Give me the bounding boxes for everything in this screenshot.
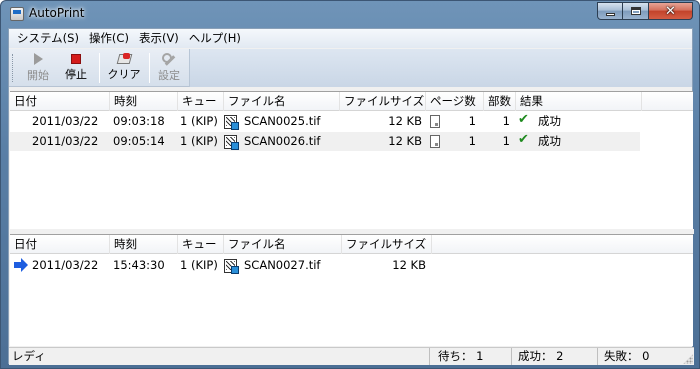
row-filesize: 12 KB: [388, 114, 422, 128]
app-icon[interactable]: [10, 7, 24, 21]
menu-bar: システム(S) 操作(C) 表示(V) ヘルプ(H): [9, 29, 692, 48]
row-pages: 1: [468, 114, 476, 128]
start-button[interactable]: 開始: [21, 51, 55, 85]
maximize-button[interactable]: [623, 2, 649, 20]
row-date: 2011/03/22: [32, 258, 99, 272]
history-list[interactable]: 日付 時刻 キュー ファイル名 ファイルサイズ ページ数 部数 結果 2011/…: [10, 91, 693, 229]
col-copies[interactable]: 部数: [484, 92, 516, 111]
col-date[interactable]: 日付: [10, 235, 110, 254]
row-pages: 1: [468, 134, 476, 148]
row-copies: 1: [502, 134, 510, 148]
tif-file-icon: [224, 135, 239, 150]
col-time[interactable]: 時刻: [110, 92, 178, 111]
row-time: 09:05:14: [113, 134, 165, 148]
clear-button[interactable]: クリア: [103, 51, 145, 85]
row-result: 成功: [538, 134, 561, 148]
start-label: 開始: [27, 69, 49, 82]
toolbar: 開始 停止 クリア 設定: [9, 49, 692, 87]
col-filename[interactable]: ファイル名: [224, 235, 342, 254]
eraser-icon: [117, 53, 131, 64]
play-icon: [33, 53, 43, 65]
col-date[interactable]: 日付: [10, 92, 110, 111]
toolbar-separator: [149, 53, 150, 83]
row-filename: SCAN0027.tif: [244, 258, 321, 272]
close-button[interactable]: ✕: [649, 2, 693, 20]
status-bar: レディ 待ち： 1 成功： 2 失敗： 0: [9, 347, 694, 365]
col-filesize[interactable]: ファイルサイズ: [340, 92, 426, 111]
col-time[interactable]: 時刻: [110, 235, 178, 254]
row-filesize: 12 KB: [392, 258, 426, 272]
page-icon: [430, 135, 440, 148]
menu-operation[interactable]: 操作(C): [84, 29, 134, 48]
close-icon: ✕: [665, 3, 676, 19]
col-queue[interactable]: キュー: [178, 92, 224, 111]
status-failure: 失敗： 0: [597, 348, 681, 365]
row-result: 成功: [538, 114, 561, 128]
row-time: 09:03:18: [113, 114, 165, 128]
title-bar[interactable]: AutoPrint ✕: [1, 1, 699, 27]
col-result[interactable]: 結果: [516, 92, 642, 111]
resize-grip[interactable]: [683, 354, 693, 364]
app-window: AutoPrint ✕ システム(S) 操作(C) 表示(V) ヘルプ(H) 開…: [0, 0, 700, 369]
toolbar-grip[interactable]: [12, 54, 15, 82]
row-time: 15:43:30: [113, 258, 165, 272]
settings-button[interactable]: 設定: [153, 51, 185, 85]
status-waiting: 待ち： 1: [429, 348, 511, 365]
page-icon: [430, 115, 440, 128]
table-row[interactable]: 2011/03/22 15:43:30 1 (KIP) SCAN0027.tif…: [10, 256, 640, 275]
queue-list[interactable]: 日付 時刻 キュー ファイル名 ファイルサイズ 2011/03/22 15:43…: [10, 234, 693, 346]
caption-buttons: ✕: [597, 2, 693, 20]
wrench-icon: [162, 53, 176, 65]
history-header: 日付 時刻 キュー ファイル名 ファイルサイズ ページ数 部数 結果: [10, 92, 693, 111]
stop-icon: [71, 54, 81, 64]
minimize-button[interactable]: [597, 2, 623, 20]
row-queue: 1 (KIP): [180, 114, 218, 128]
table-row[interactable]: 2011/03/22 09:03:18 1 (KIP) SCAN0025.tif…: [10, 112, 640, 131]
row-filename: SCAN0026.tif: [244, 134, 321, 148]
row-queue: 1 (KIP): [180, 134, 218, 148]
row-date: 2011/03/22: [32, 134, 99, 148]
menu-view[interactable]: 表示(V): [134, 29, 184, 48]
queue-header: 日付 時刻 キュー ファイル名 ファイルサイズ: [10, 235, 693, 254]
status-state: レディ: [12, 349, 46, 363]
row-queue: 1 (KIP): [180, 258, 218, 272]
check-icon: ✔: [518, 132, 529, 147]
row-filesize: 12 KB: [388, 134, 422, 148]
arrow-right-icon: [14, 258, 28, 272]
minimize-icon: [605, 12, 615, 16]
menu-help[interactable]: ヘルプ(H): [184, 29, 246, 48]
tif-file-icon: [224, 259, 239, 274]
toolbar-empty-area: [189, 49, 692, 87]
col-filesize[interactable]: ファイルサイズ: [342, 235, 432, 254]
maximize-icon: [630, 7, 641, 15]
settings-label: 設定: [158, 69, 180, 82]
client-area: システム(S) 操作(C) 表示(V) ヘルプ(H) 開始 停止 クリア 設定 …: [8, 28, 694, 365]
col-pages[interactable]: ページ数: [426, 92, 484, 111]
clear-label: クリア: [107, 68, 141, 81]
row-date: 2011/03/22: [32, 114, 99, 128]
menu-system[interactable]: システム(S): [12, 29, 84, 48]
row-filename: SCAN0025.tif: [244, 114, 321, 128]
table-row[interactable]: 2011/03/22 09:05:14 1 (KIP) SCAN0026.tif…: [10, 132, 640, 151]
toolbar-separator: [99, 53, 100, 83]
stop-label: 停止: [65, 68, 87, 81]
row-copies: 1: [502, 114, 510, 128]
stop-button[interactable]: 停止: [59, 51, 93, 85]
tif-file-icon: [224, 115, 239, 130]
status-success: 成功： 2: [511, 348, 597, 365]
check-icon: ✔: [518, 112, 529, 127]
col-filename[interactable]: ファイル名: [224, 92, 340, 111]
col-queue[interactable]: キュー: [178, 235, 224, 254]
window-title: AutoPrint: [29, 6, 85, 20]
